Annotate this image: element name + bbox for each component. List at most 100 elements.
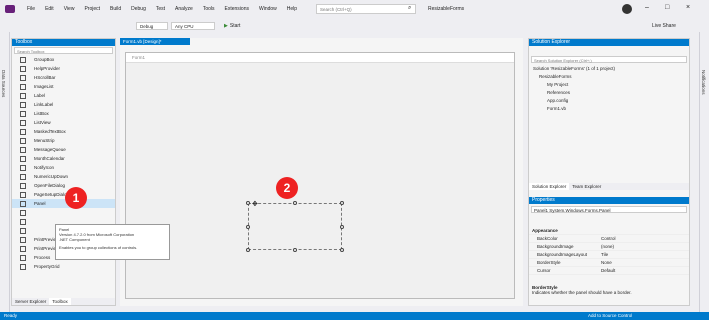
toolbox-item[interactable]: PropertyGrid (12, 262, 115, 271)
toolbox-item[interactable]: MessageQueue (12, 145, 115, 154)
tab-team-explorer[interactable]: Team Explorer (569, 183, 604, 190)
resize-handle[interactable] (293, 248, 297, 252)
control-icon (20, 173, 26, 180)
panel-control[interactable] (248, 203, 342, 250)
resize-handle[interactable] (246, 225, 250, 229)
toolbox-item[interactable]: ListView (12, 118, 115, 127)
menu-debug[interactable]: Debug (126, 6, 151, 13)
menu-analyze[interactable]: Analyze (170, 6, 198, 13)
form-surface[interactable]: Form1 (125, 52, 515, 299)
control-icon (20, 155, 26, 162)
category-row[interactable]: Appearance (529, 227, 689, 235)
toolbox-item[interactable]: HelpProvider (12, 64, 115, 73)
property-row[interactable]: BackgroundImage (none) (529, 243, 689, 251)
resize-handle[interactable] (340, 225, 344, 229)
menu-tools[interactable]: Tools (198, 6, 220, 13)
toolbox-search-input[interactable]: Search Toolbox (14, 47, 113, 54)
search-input[interactable]: Search (Ctrl+Q) (316, 4, 416, 14)
toolbox-item[interactable]: NumericUpDown (12, 172, 115, 181)
tab-solution-explorer[interactable]: Solution Explorer (529, 183, 570, 190)
platform-select[interactable]: Any CPU (171, 22, 215, 30)
toolbox-item[interactable]: LinkLabel (12, 100, 115, 109)
notifications-tab[interactable]: Notifications (701, 70, 706, 95)
user-avatar[interactable] (622, 4, 632, 14)
solution-tree-item[interactable]: Solution 'ResizableForms' (1 of 1 projec… (533, 66, 685, 74)
property-value[interactable]: None (601, 260, 612, 265)
menu-build[interactable]: Build (105, 6, 126, 13)
solution-tree-item[interactable]: App.config (533, 98, 685, 106)
source-control-button[interactable]: Add to Source Control (588, 313, 632, 318)
property-value[interactable]: Tile (601, 252, 608, 257)
toolbox-item[interactable]: NotifyIcon (12, 163, 115, 172)
toolbox-item[interactable] (12, 208, 115, 217)
toolbox-item[interactable]: PageSetupDialog (12, 190, 115, 199)
resize-handle[interactable] (246, 201, 250, 205)
resize-handle[interactable] (340, 201, 344, 205)
data-sources-tab[interactable]: Data Sources (1, 70, 6, 97)
control-icon (20, 83, 26, 90)
property-value[interactable]: (none) (601, 244, 614, 249)
solution-tree-item[interactable]: References (533, 90, 685, 98)
toolbox-item[interactable]: MonthCalendar (12, 154, 115, 163)
menu-extensions[interactable]: Extensions (220, 6, 254, 13)
resize-handle[interactable] (340, 248, 344, 252)
menu-window[interactable]: Window (254, 6, 282, 13)
toolbox-item-label: ImageList (34, 84, 54, 89)
left-side-strip: Data Sources (0, 32, 10, 312)
config-select[interactable]: Debug (136, 22, 168, 30)
menu-file[interactable]: File (22, 6, 40, 13)
live-share-button[interactable]: Live Share (652, 23, 676, 29)
description-text: Indicates whether the panel should have … (532, 290, 632, 295)
menu-view[interactable]: View (59, 6, 80, 13)
toolbox-item-label: MaskedTextBox (34, 129, 66, 134)
property-row[interactable]: Cursor Default (529, 267, 689, 275)
solution-search-input[interactable]: Search Solution Explorer (Ctrl+;) (531, 56, 687, 63)
properties-object-select[interactable]: Panel1 System.Windows.Forms.Panel (531, 206, 687, 213)
toolbox-bottom-tabs: Server Explorer Toolbox (12, 298, 115, 305)
toolbox-item[interactable]: MaskedTextBox (12, 127, 115, 136)
property-value[interactable]: Control (601, 236, 616, 241)
toolbox-item[interactable]: Label (12, 91, 115, 100)
close-icon[interactable]: × (686, 4, 690, 11)
maximize-icon[interactable]: □ (665, 4, 669, 11)
solution-tree-item[interactable]: My Project (533, 82, 685, 90)
solution-tree-item[interactable]: ResizableForms (533, 74, 685, 82)
toolbox-item[interactable]: OpenFileDialog (12, 181, 115, 190)
tab-server-explorer[interactable]: Server Explorer (12, 298, 49, 305)
toolbox-item[interactable]: GroupBox (12, 55, 115, 64)
resize-handle[interactable] (293, 201, 297, 205)
toolbox-title: Toolbox (12, 39, 115, 46)
menu-project[interactable]: Project (79, 6, 105, 13)
tooltip-line: .NET Component (59, 237, 90, 242)
properties-grid: Appearance BackColor Control BackgroundIma… (529, 227, 689, 275)
property-value[interactable]: Default (601, 268, 615, 273)
minimize-icon[interactable]: – (645, 4, 649, 11)
menu-help[interactable]: Help (282, 6, 302, 13)
tab-form1-design[interactable]: Form1.vb [Design]* (120, 38, 190, 45)
category-label: Appearance (532, 228, 558, 233)
toolbox-item-label: HScrollBar (34, 75, 56, 80)
toolbox-item[interactable]: HScrollBar (12, 73, 115, 82)
control-icon (20, 218, 26, 225)
toolbox-item[interactable]: MenuStrip (12, 136, 115, 145)
toolbox-item[interactable]: ImageList (12, 82, 115, 91)
menu-test[interactable]: Test (151, 6, 170, 13)
start-button[interactable]: ▶ Start (224, 23, 240, 29)
control-icon (20, 65, 26, 72)
property-row[interactable]: BackColor Control (529, 235, 689, 243)
menu-edit[interactable]: Edit (40, 6, 59, 13)
property-row[interactable]: BorderStyle None (529, 259, 689, 267)
right-side-strip: Notifications (699, 32, 709, 312)
toolbox-item[interactable]: Panel (12, 199, 115, 208)
control-icon (20, 227, 26, 234)
status-bar: Ready Add to Source Control (0, 312, 709, 320)
resize-handle[interactable] (246, 248, 250, 252)
toolbox-item-label: ListView (34, 120, 51, 125)
toolbox-item[interactable]: ListBox (12, 109, 115, 118)
toolbar (0, 20, 709, 32)
control-icon (20, 191, 26, 198)
control-icon (20, 56, 26, 63)
property-row[interactable]: BackgroundImageLayout Tile (529, 251, 689, 259)
tab-toolbox[interactable]: Toolbox (49, 298, 71, 305)
solution-tree-item[interactable]: Form1.vb (533, 106, 685, 114)
